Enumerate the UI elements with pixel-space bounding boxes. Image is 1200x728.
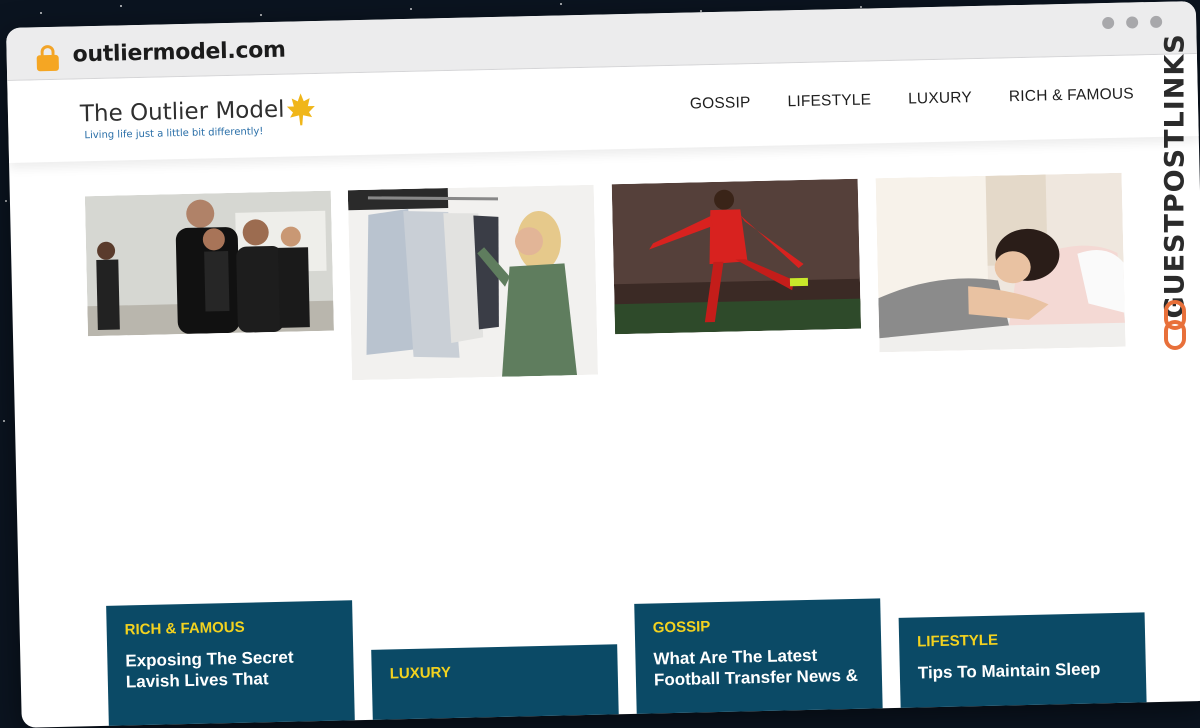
window-dot[interactable]: [1102, 16, 1115, 30]
football-player-photo[interactable]: [611, 178, 862, 335]
logo-title: The Outlier Model: [79, 96, 285, 128]
article-card[interactable]: LIFESTYLE Tips To Maintain Sleep: [898, 612, 1148, 728]
nav-gossip[interactable]: GOSSIP: [690, 94, 751, 113]
clothes-rack-shopping-photo[interactable]: [347, 184, 599, 381]
window-dot[interactable]: [1150, 15, 1163, 29]
group-training-photo[interactable]: [84, 190, 334, 337]
site-logo[interactable]: The Outlier Model Living life just a lit…: [79, 93, 315, 142]
guestpostlinks-watermark: GUESTPOSTLINKS: [1158, 33, 1192, 358]
article-card[interactable]: LUXURY: [371, 644, 620, 728]
maple-leaf-icon: [286, 93, 315, 126]
woman-sleeping-photo[interactable]: [875, 172, 1126, 353]
watermark-text: GUESTPOSTLINKS: [1159, 33, 1191, 319]
window-dot[interactable]: [1126, 16, 1139, 29]
nav-rich-famous[interactable]: RICH & FAMOUS: [1009, 85, 1134, 106]
card-title[interactable]: Tips To Maintain Sleep: [918, 658, 1128, 684]
article-card[interactable]: RICH & FAMOUS Exposing The Secret Lavish…: [106, 600, 356, 728]
nav-lifestyle[interactable]: LIFESTYLE: [787, 91, 871, 111]
url-text[interactable]: outliermodel.com: [72, 38, 286, 68]
card-category[interactable]: RICH & FAMOUS: [124, 617, 334, 639]
card-title[interactable]: What Are The Latest Football Transfer Ne…: [653, 644, 864, 691]
tagline: Living life just a little bit differentl…: [84, 126, 264, 142]
main-nav: GOSSIP LIFESTYLE LUXURY RICH & FAMOUS: [690, 85, 1134, 113]
chain-link-icon: [1164, 300, 1186, 350]
article-card[interactable]: GOSSIP What Are The Latest Football Tran…: [634, 598, 884, 728]
card-title[interactable]: Exposing The Secret Lavish Lives That: [125, 646, 336, 693]
card-category[interactable]: GOSSIP: [653, 615, 863, 636]
lock-icon: [36, 44, 59, 72]
window-controls: [1102, 15, 1163, 30]
browser-window: outliermodel.com The Outlier Model Livin…: [6, 1, 1200, 728]
card-category[interactable]: LIFESTYLE: [917, 629, 1127, 651]
card-category[interactable]: LUXURY: [390, 661, 600, 682]
nav-luxury[interactable]: LUXURY: [908, 89, 972, 108]
